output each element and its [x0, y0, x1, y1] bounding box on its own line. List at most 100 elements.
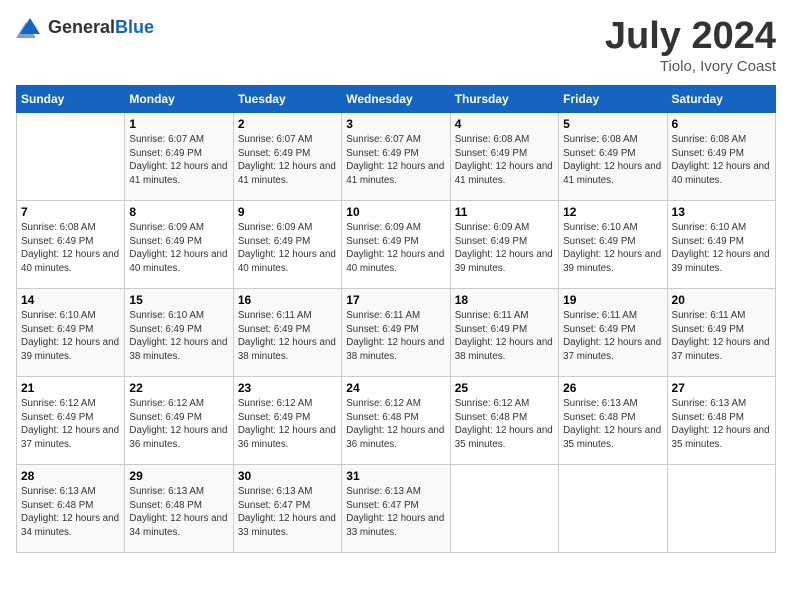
day-info: Sunrise: 6:08 AMSunset: 6:49 PMDaylight:…: [21, 221, 120, 276]
calendar-cell: 2 Sunrise: 6:07 AMSunset: 6:49 PMDaylight…: [233, 112, 341, 200]
day-number: 8: [129, 205, 228, 219]
day-header-wednesday: Wednesday: [342, 85, 450, 112]
calendar-week-5: 28 Sunrise: 6:13 AMSunset: 6:48 PMDayligh…: [17, 464, 776, 552]
day-number: 24: [346, 381, 445, 395]
day-info: Sunrise: 6:13 AMSunset: 6:47 PMDaylight:…: [238, 485, 337, 540]
calendar-cell: 25 Sunrise: 6:12 AMSunset: 6:48 PMDayligh…: [450, 376, 558, 464]
title-area: July 2024 Tiolo, Ivory Coast: [605, 16, 776, 75]
day-number: 22: [129, 381, 228, 395]
day-info: Sunrise: 6:11 AMSunset: 6:49 PMDaylight:…: [346, 309, 445, 364]
day-number: 17: [346, 293, 445, 307]
calendar-cell: 5Sunrise: 6:08 AMSunset: 6:49 PMDaylight…: [559, 112, 667, 200]
day-info: Sunrise: 6:10 AMSunset: 6:49 PMDaylight:…: [129, 309, 228, 364]
day-info: Sunrise: 6:13 AMSunset: 6:48 PMDaylight:…: [21, 485, 120, 540]
calendar-cell: [450, 464, 558, 552]
calendar-cell: 7 Sunrise: 6:08 AMSunset: 6:49 PMDaylight…: [17, 200, 125, 288]
calendar-cell: 30 Sunrise: 6:13 AMSunset: 6:47 PMDayligh…: [233, 464, 341, 552]
calendar-cell: [17, 112, 125, 200]
day-info: Sunrise: 6:10 AMSunset: 6:49 PMDaylight:…: [672, 221, 771, 276]
calendar-cell: 19Sunrise: 6:11 AMSunset: 6:49 PMDayligh…: [559, 288, 667, 376]
calendar-cell: 22 Sunrise: 6:12 AMSunset: 6:49 PMDayligh…: [125, 376, 233, 464]
day-header-sunday: Sunday: [17, 85, 125, 112]
day-number: 4: [455, 117, 554, 131]
calendar-cell: 29Sunrise: 6:13 AMSunset: 6:48 PMDayligh…: [125, 464, 233, 552]
day-number: 25: [455, 381, 554, 395]
day-number: 2: [238, 117, 337, 131]
day-info: Sunrise: 6:13 AMSunset: 6:48 PMDaylight:…: [672, 397, 771, 452]
calendar-cell: 14 Sunrise: 6:10 AMSunset: 6:49 PMDayligh…: [17, 288, 125, 376]
day-info: Sunrise: 6:11 AMSunset: 6:49 PMDaylight:…: [455, 309, 554, 364]
day-number: 7: [21, 205, 120, 219]
logo-text-general: General: [48, 17, 115, 37]
day-info: Sunrise: 6:11 AMSunset: 6:49 PMDaylight:…: [238, 309, 337, 364]
day-header-tuesday: Tuesday: [233, 85, 341, 112]
logo-text-blue: Blue: [115, 17, 154, 37]
day-number: 20: [672, 293, 771, 307]
day-number: 29: [129, 469, 228, 483]
day-number: 28: [21, 469, 120, 483]
calendar-cell: 3 Sunrise: 6:07 AMSunset: 6:49 PMDaylight…: [342, 112, 450, 200]
calendar-cell: 8Sunrise: 6:09 AMSunset: 6:49 PMDaylight…: [125, 200, 233, 288]
day-info: Sunrise: 6:08 AMSunset: 6:49 PMDaylight:…: [672, 133, 771, 188]
calendar-cell: 10 Sunrise: 6:09 AMSunset: 6:49 PMDayligh…: [342, 200, 450, 288]
day-info: Sunrise: 6:07 AMSunset: 6:49 PMDaylight:…: [346, 133, 445, 188]
location-title: Tiolo, Ivory Coast: [605, 58, 776, 75]
month-title: July 2024: [605, 16, 776, 58]
day-number: 5: [563, 117, 662, 131]
day-header-friday: Friday: [559, 85, 667, 112]
calendar-cell: [559, 464, 667, 552]
day-header-saturday: Saturday: [667, 85, 775, 112]
day-info: Sunrise: 6:11 AMSunset: 6:49 PMDaylight:…: [672, 309, 771, 364]
calendar-cell: 6 Sunrise: 6:08 AMSunset: 6:49 PMDaylight…: [667, 112, 775, 200]
calendar-cell: 1 Sunrise: 6:07 AMSunset: 6:49 PMDaylight…: [125, 112, 233, 200]
calendar-cell: 11 Sunrise: 6:09 AMSunset: 6:49 PMDayligh…: [450, 200, 558, 288]
day-number: 27: [672, 381, 771, 395]
day-number: 30: [238, 469, 337, 483]
day-number: 26: [563, 381, 662, 395]
day-number: 23: [238, 381, 337, 395]
calendar-cell: 17 Sunrise: 6:11 AMSunset: 6:49 PMDayligh…: [342, 288, 450, 376]
calendar-cell: 20 Sunrise: 6:11 AMSunset: 6:49 PMDayligh…: [667, 288, 775, 376]
day-number: 31: [346, 469, 445, 483]
day-header-monday: Monday: [125, 85, 233, 112]
day-number: 14: [21, 293, 120, 307]
day-info: Sunrise: 6:09 AMSunset: 6:49 PMDaylight:…: [346, 221, 445, 276]
day-info: Sunrise: 6:09 AMSunset: 6:49 PMDaylight:…: [455, 221, 554, 276]
day-info: Sunrise: 6:10 AMSunset: 6:49 PMDaylight:…: [21, 309, 120, 364]
calendar-cell: 4Sunrise: 6:08 AMSunset: 6:49 PMDaylight…: [450, 112, 558, 200]
calendar-week-4: 21Sunrise: 6:12 AMSunset: 6:49 PMDayligh…: [17, 376, 776, 464]
calendar-cell: 18 Sunrise: 6:11 AMSunset: 6:49 PMDayligh…: [450, 288, 558, 376]
calendar-cell: 27 Sunrise: 6:13 AMSunset: 6:48 PMDayligh…: [667, 376, 775, 464]
day-info: Sunrise: 6:12 AMSunset: 6:49 PMDaylight:…: [129, 397, 228, 452]
day-number: 1: [129, 117, 228, 131]
day-number: 6: [672, 117, 771, 131]
day-info: Sunrise: 6:07 AMSunset: 6:49 PMDaylight:…: [129, 133, 228, 188]
day-info: Sunrise: 6:10 AMSunset: 6:49 PMDaylight:…: [563, 221, 662, 276]
calendar-cell: 31 Sunrise: 6:13 AMSunset: 6:47 PMDayligh…: [342, 464, 450, 552]
day-info: Sunrise: 6:13 AMSunset: 6:47 PMDaylight:…: [346, 485, 445, 540]
calendar-cell: 13 Sunrise: 6:10 AMSunset: 6:49 PMDayligh…: [667, 200, 775, 288]
day-info: Sunrise: 6:12 AMSunset: 6:49 PMDaylight:…: [21, 397, 120, 452]
calendar-header-row: SundayMondayTuesdayWednesdayThursdayFrid…: [17, 85, 776, 112]
day-info: Sunrise: 6:12 AMSunset: 6:49 PMDaylight:…: [238, 397, 337, 452]
day-info: Sunrise: 6:12 AMSunset: 6:48 PMDaylight:…: [455, 397, 554, 452]
logo-icon: [16, 16, 44, 38]
calendar-cell: [667, 464, 775, 552]
day-number: 12: [563, 205, 662, 219]
day-number: 16: [238, 293, 337, 307]
day-info: Sunrise: 6:09 AMSunset: 6:49 PMDaylight:…: [238, 221, 337, 276]
day-number: 9: [238, 205, 337, 219]
day-info: Sunrise: 6:07 AMSunset: 6:49 PMDaylight:…: [238, 133, 337, 188]
day-number: 10: [346, 205, 445, 219]
calendar-cell: 12 Sunrise: 6:10 AMSunset: 6:49 PMDayligh…: [559, 200, 667, 288]
day-number: 18: [455, 293, 554, 307]
day-number: 11: [455, 205, 554, 219]
day-number: 13: [672, 205, 771, 219]
day-number: 15: [129, 293, 228, 307]
logo: GeneralBlue: [16, 16, 154, 38]
day-info: Sunrise: 6:12 AMSunset: 6:48 PMDaylight:…: [346, 397, 445, 452]
calendar-week-2: 7 Sunrise: 6:08 AMSunset: 6:49 PMDaylight…: [17, 200, 776, 288]
day-header-thursday: Thursday: [450, 85, 558, 112]
calendar-cell: 21Sunrise: 6:12 AMSunset: 6:49 PMDayligh…: [17, 376, 125, 464]
day-number: 3: [346, 117, 445, 131]
